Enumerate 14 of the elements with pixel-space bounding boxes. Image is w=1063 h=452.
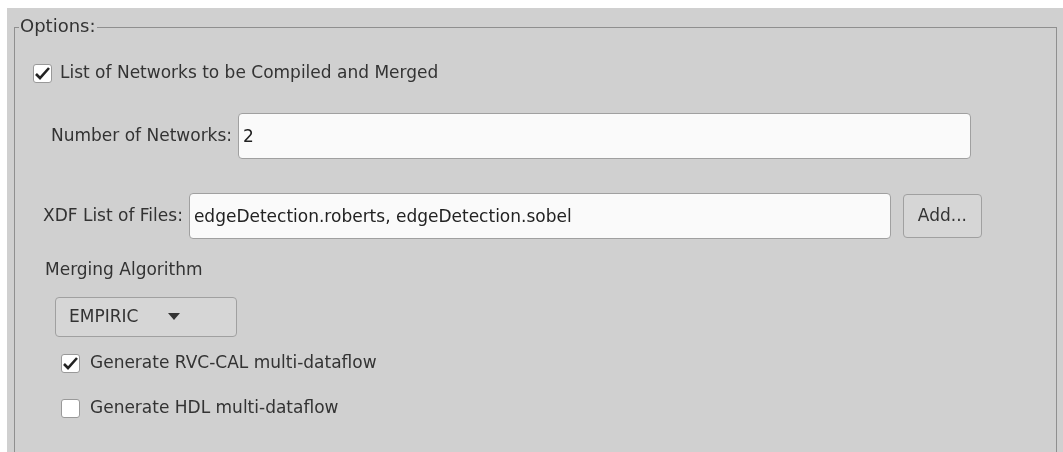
- checkbox[interactable]: [61, 398, 80, 418]
- checkbox-label: Generate RVC-CAL multi-dataflow: [90, 351, 377, 375]
- section-label: Merging Algorithm: [44, 258, 204, 281]
- checkbox-label: List of Networks to be Compiled and Merged: [60, 61, 439, 85]
- field-label: Number of Networks:: [51, 124, 233, 148]
- checkbox[interactable]: [61, 353, 80, 373]
- caret-icon: [168, 312, 181, 321]
- field-label: XDF List of Files:: [43, 204, 183, 228]
- input-field[interactable]: edgeDetection.roberts, edgeDetection.sobel: [188, 193, 891, 239]
- checkbox[interactable]: [33, 63, 52, 83]
- dropdown[interactable]: EMPIRIC: [55, 296, 237, 337]
- input-field[interactable]: 2: [238, 113, 972, 159]
- checkbox-label: Generate HDL multi-dataflow: [90, 396, 339, 420]
- add-button[interactable]: Add...: [902, 194, 982, 238]
